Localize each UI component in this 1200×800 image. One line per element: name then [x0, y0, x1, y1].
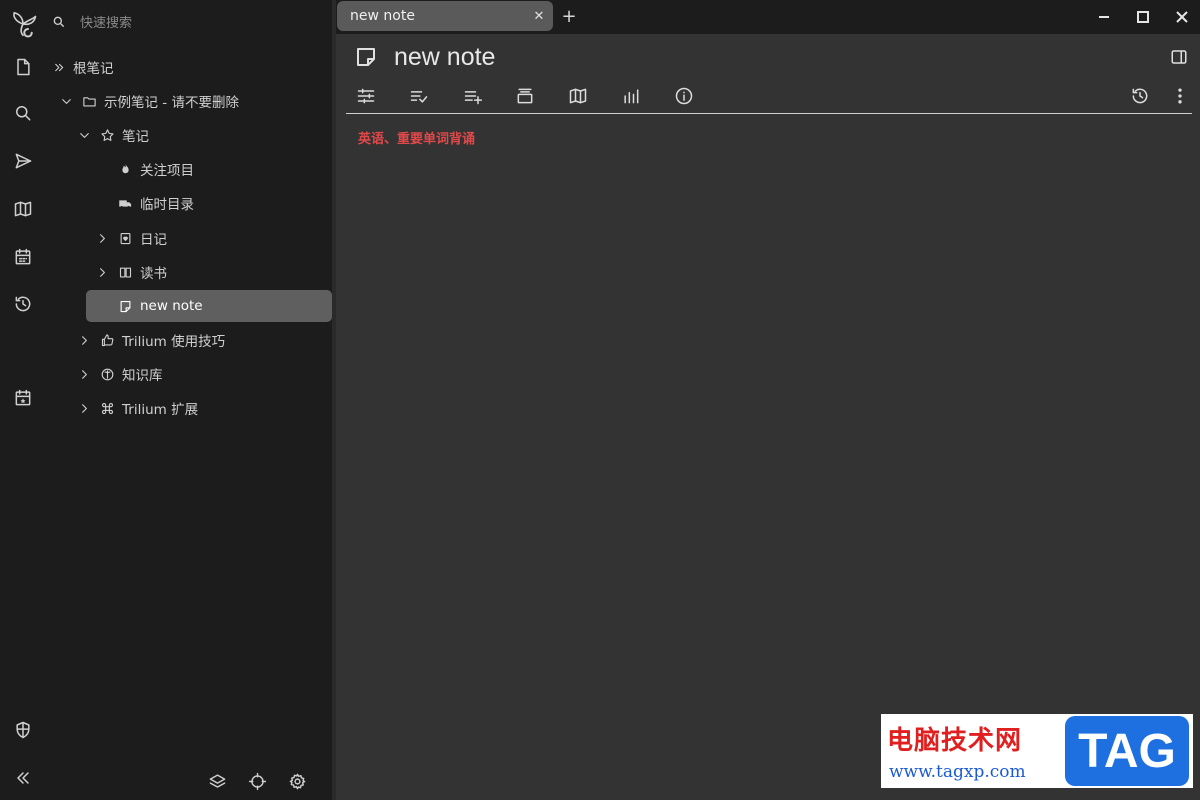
note-toolbar: [336, 80, 1200, 112]
tab-label: new note: [350, 8, 415, 24]
book-circle-icon: [98, 365, 116, 383]
chevron-right-icon[interactable]: [76, 366, 92, 382]
chevron-right-icon[interactable]: [76, 400, 92, 416]
info-icon[interactable]: [672, 84, 696, 108]
close-tab-icon[interactable]: ✕: [531, 8, 547, 24]
tree-node-label: Trilium 使用技巧: [122, 334, 226, 350]
maximize-icon[interactable]: [1129, 4, 1157, 30]
note-tree-pane: 根笔记 示例笔记 - 请不要删除 笔记 关注项目 临时目录 日记 读书 new …: [46, 0, 332, 800]
trilium-logo-icon[interactable]: [0, 4, 46, 44]
tree-node-label: new note: [140, 298, 203, 314]
tree-node-knowledge[interactable]: 知识库: [76, 358, 163, 390]
tree-node-label: 笔记: [122, 129, 149, 145]
book-icon: [116, 263, 134, 281]
launcher-bar: [0, 0, 46, 800]
note-title-row: [336, 38, 1200, 78]
tree-node-new-note[interactable]: new note: [86, 290, 332, 322]
chevron-right-icon[interactable]: [76, 332, 92, 348]
recent-changes-icon[interactable]: [0, 286, 46, 322]
tree-node-label: 读书: [140, 266, 167, 282]
promoted-attributes-icon[interactable]: [407, 84, 431, 108]
tree-node-label: 日记: [140, 232, 167, 248]
folder-icon: [80, 92, 98, 110]
note-map-icon[interactable]: [566, 84, 590, 108]
more-icon[interactable]: [1168, 84, 1192, 108]
search-icon: [53, 16, 65, 28]
collapse-icon[interactable]: [513, 84, 537, 108]
protected-session-icon[interactable]: [0, 712, 46, 748]
minimize-icon[interactable]: [1090, 4, 1118, 30]
double-chevron-right-icon[interactable]: [51, 59, 67, 75]
chevron-right-icon[interactable]: [94, 230, 110, 246]
history-icon[interactable]: [1128, 84, 1152, 108]
fire-icon: [116, 160, 134, 178]
tree-node-label: 示例笔记 - 请不要删除: [104, 95, 239, 111]
watermark-url: www.tagxp.com: [889, 762, 1026, 782]
tree-footer: [206, 770, 308, 792]
tree-node-label: 根笔记: [73, 61, 114, 77]
tree-node-label: 关注项目: [140, 163, 194, 179]
new-tab-icon[interactable]: +: [560, 6, 578, 27]
tree-node-label: 临时目录: [140, 197, 194, 213]
note-title-input[interactable]: [394, 40, 994, 74]
ambulance-icon: [116, 194, 134, 212]
chevron-right-icon[interactable]: [94, 264, 110, 280]
add-note-icon[interactable]: [461, 84, 485, 108]
tree-node-label: 知识库: [122, 368, 163, 384]
tree-node-temp[interactable]: 临时目录: [116, 187, 194, 219]
tree-node-watched[interactable]: 关注项目: [116, 153, 194, 185]
collapse-sidebar-icon[interactable]: [0, 760, 46, 796]
tree-node-reading[interactable]: 读书: [94, 256, 167, 288]
jump-to-icon[interactable]: [0, 143, 46, 179]
command-icon: [98, 399, 116, 417]
quick-search-input[interactable]: [72, 10, 322, 36]
chevron-down-icon[interactable]: [58, 93, 74, 109]
tree-node-label: Trilium 扩展: [122, 402, 199, 418]
quick-search: [46, 6, 332, 40]
note-map-icon[interactable]: [0, 191, 46, 227]
calendar-icon[interactable]: [0, 239, 46, 275]
main-pane: new note ✕ + new note 英语、重要单词背诵: [336, 0, 1200, 800]
search-icon[interactable]: [0, 95, 46, 131]
tree-node-sample-notes[interactable]: 示例笔记 - 请不要删除: [58, 85, 239, 117]
tree-node-journal[interactable]: 日记: [94, 222, 167, 254]
layers-icon[interactable]: [206, 770, 228, 792]
gear-icon[interactable]: [286, 770, 308, 792]
scroll-to-active-icon[interactable]: [246, 770, 268, 792]
watermark-text: 电脑技术网: [887, 726, 1023, 756]
note-content[interactable]: 英语、重要单词背诵: [358, 128, 475, 147]
owned-attributes-icon[interactable]: [354, 84, 378, 108]
watermark-badge: TAG: [1065, 716, 1189, 786]
tree-node-extensions[interactable]: Trilium 扩展: [76, 392, 198, 424]
thumbs-up-icon: [98, 331, 116, 349]
tree-node-tips[interactable]: Trilium 使用技巧: [76, 324, 225, 356]
new-note-icon[interactable]: [0, 49, 46, 85]
chevron-down-icon[interactable]: [76, 127, 92, 143]
star-icon: [98, 126, 116, 144]
tab-new-note[interactable]: new note ✕: [337, 1, 553, 31]
note-type-icon[interactable]: [354, 45, 378, 69]
watermark: 电脑技术网 www.tagxp.com TAG: [881, 714, 1193, 788]
note-icon: [116, 297, 134, 315]
stats-icon[interactable]: [619, 84, 643, 108]
tab-bar: new note ✕ +: [336, 0, 1200, 34]
tree-node-notes[interactable]: 笔记: [76, 119, 149, 151]
today-icon[interactable]: [0, 380, 46, 416]
calendar-heart-icon: [116, 229, 134, 247]
toggle-right-pane-icon[interactable]: [1170, 48, 1192, 70]
close-window-icon[interactable]: [1168, 4, 1196, 30]
tree-node-root[interactable]: 根笔记: [51, 51, 114, 83]
toolbar-divider: [346, 113, 1192, 114]
